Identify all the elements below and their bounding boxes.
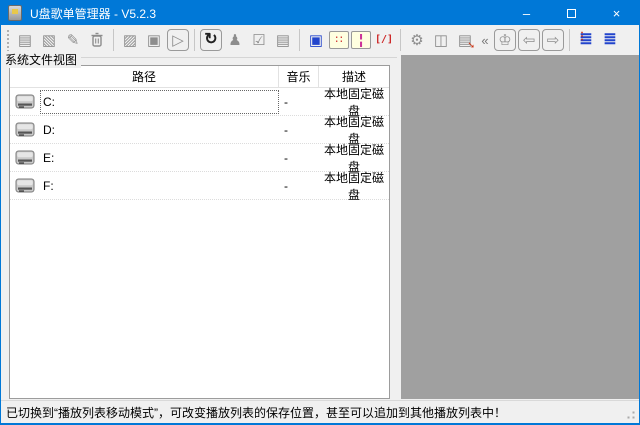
drive-path[interactable]: D: xyxy=(40,118,279,142)
toolbar: ▤ ▧ ✎ ▨ ▣ ▷ ↻ ♟ ☑ ▤ ▣ ∷ ╏ [/] ⚙ ◫ ▤➘ « xyxy=(1,25,639,55)
song-list-icon[interactable]: ▤ xyxy=(272,29,294,51)
settings-icon[interactable]: ⚙ xyxy=(406,29,428,51)
toolbar-separator xyxy=(400,29,401,51)
drive-path[interactable]: F: xyxy=(40,174,279,198)
bullet-list-icon[interactable]: ≣ xyxy=(575,29,597,51)
split-panel-icon[interactable]: ╏ xyxy=(351,31,371,49)
display-mode-icon[interactable]: ▣ xyxy=(305,29,327,51)
trash-icon xyxy=(90,32,104,48)
back-icon[interactable]: ⇦ xyxy=(518,29,540,51)
app-icon xyxy=(8,5,22,21)
minimize-button[interactable]: – xyxy=(504,1,549,25)
window-title: U盘歌单管理器 - V5.2.3 xyxy=(30,5,156,22)
groupbox-line xyxy=(79,57,397,58)
manual-icon[interactable]: ◫ xyxy=(430,29,452,51)
table-row[interactable]: F: - 本地固定磁盘 xyxy=(10,172,389,200)
maximize-icon xyxy=(567,9,576,18)
drive-music-count: - xyxy=(279,151,319,165)
toolbar-grip[interactable] xyxy=(6,29,10,51)
column-header-music[interactable]: 音乐 xyxy=(279,66,319,87)
status-bar: 已切换到“播放列表移动模式”，可改变播放列表的保存位置，甚至可以追加到其他播放列… xyxy=(1,401,639,424)
drive-path[interactable]: E: xyxy=(40,146,279,170)
new-playlist-icon[interactable]: ▤ xyxy=(14,29,36,51)
user-icon[interactable]: ♟ xyxy=(224,29,246,51)
drive-music-count: - xyxy=(279,95,319,109)
file-table: 路径 音乐 描述 C: - 本地固定磁盘 D: - 本地固定磁盘 E: - 本地… xyxy=(9,65,390,399)
title-bar: U盘歌单管理器 - V5.2.3 – × xyxy=(1,1,639,25)
copy-playlist-icon[interactable]: ▣ xyxy=(143,29,165,51)
drive-music-count: - xyxy=(279,123,319,137)
drive-icon xyxy=(15,150,35,165)
toolbar-separator xyxy=(299,29,300,51)
status-message: 已切换到“播放列表移动模式”，可改变播放列表的保存位置，甚至可以追加到其他播放列… xyxy=(6,404,506,421)
refresh-icon[interactable]: ↻ xyxy=(200,29,222,51)
open-playlist-icon[interactable]: ▧ xyxy=(38,29,60,51)
groupbox-label: 系统文件视图 xyxy=(5,51,81,68)
close-button[interactable]: × xyxy=(594,1,639,25)
toolbar-separator xyxy=(113,29,114,51)
number-brackets-icon[interactable]: [/] xyxy=(373,29,395,51)
delete-playlist-icon[interactable] xyxy=(86,29,108,51)
right-panel xyxy=(401,55,639,399)
attach-file-icon[interactable]: ▨ xyxy=(119,29,141,51)
verify-icon[interactable]: ☑ xyxy=(248,29,270,51)
overflow-chevron-icon[interactable]: « xyxy=(478,29,492,51)
toolbar-separator xyxy=(194,29,195,51)
maximize-button[interactable] xyxy=(549,1,594,25)
drive-icon xyxy=(15,122,35,137)
column-header-path[interactable]: 路径 xyxy=(10,66,279,87)
drive-description: 本地固定磁盘 xyxy=(319,169,389,203)
favorite-icon[interactable]: ♔ xyxy=(494,29,516,51)
drive-icon xyxy=(15,94,35,109)
export-icon[interactable]: ▤➘ xyxy=(454,29,476,51)
drive-icon xyxy=(15,178,35,193)
notes-panel-icon[interactable]: ∷ xyxy=(329,31,349,49)
drive-path[interactable]: C: xyxy=(40,90,279,114)
toolbar-separator xyxy=(569,29,570,51)
forward-icon[interactable]: ⇨ xyxy=(542,29,564,51)
justify-list-icon[interactable]: ≣ xyxy=(599,29,621,51)
export-arrow-icon: ➘ xyxy=(467,41,475,50)
app-window: U盘歌单管理器 - V5.2.3 – × ▤ ▧ ✎ ▨ ▣ ▷ ↻ ♟ ☑ xyxy=(0,0,640,425)
play-icon[interactable]: ▷ xyxy=(167,29,189,51)
drive-music-count: - xyxy=(279,179,319,193)
edit-playlist-icon[interactable]: ✎ xyxy=(62,29,84,51)
